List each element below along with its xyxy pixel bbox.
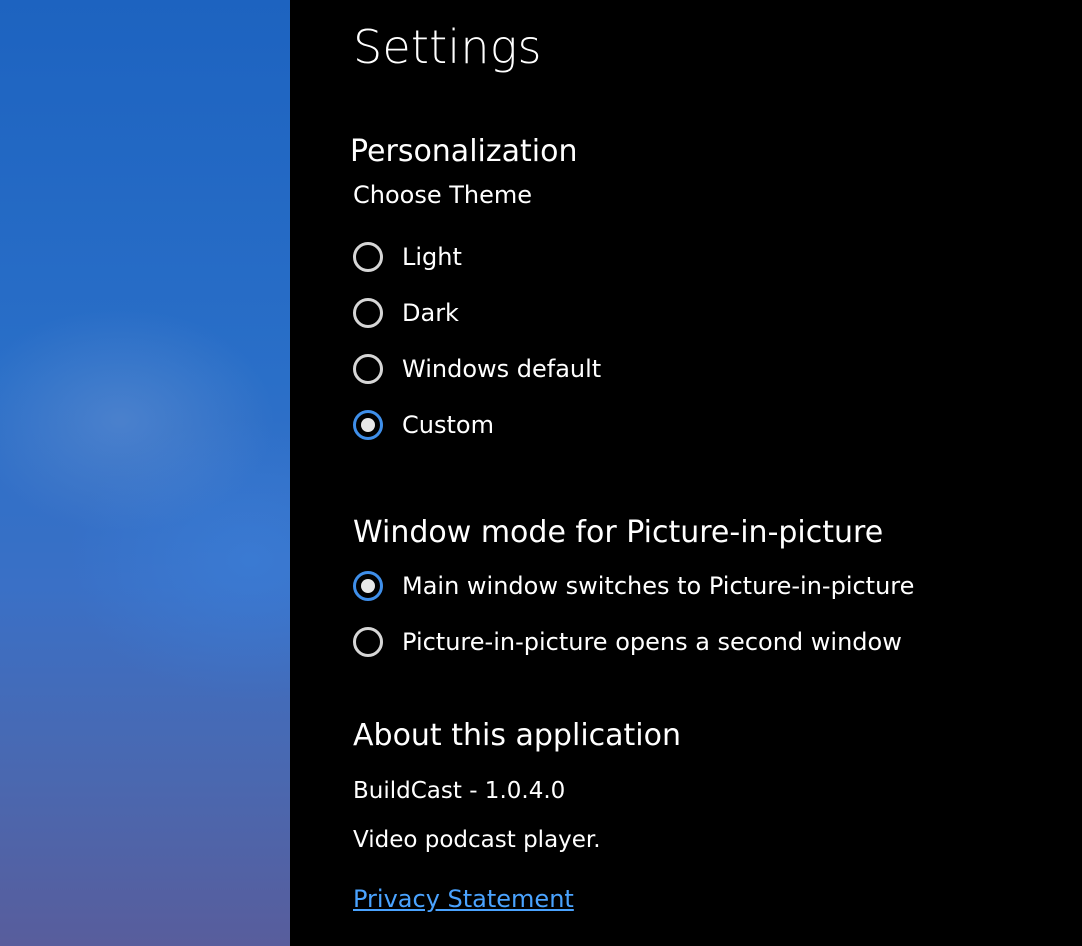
pip-option-label: Picture-in-picture opens a second window — [402, 628, 902, 656]
personalization-heading: Personalization — [350, 134, 578, 169]
theme-option-light[interactable]: Light — [353, 237, 462, 277]
pip-heading: Window mode for Picture-in-picture — [353, 515, 884, 550]
theme-option-label: Windows default — [402, 355, 602, 383]
radio-unchecked-icon[interactable] — [353, 627, 383, 657]
pip-option-label: Main window switches to Picture-in-pictu… — [402, 572, 915, 600]
theme-option-label: Light — [402, 243, 462, 271]
choose-theme-label: Choose Theme — [353, 181, 533, 209]
theme-option-custom[interactable]: Custom — [353, 405, 494, 445]
app-window: Settings Personalization Choose Theme Li… — [0, 0, 1082, 946]
theme-option-dark[interactable]: Dark — [353, 293, 459, 333]
page-title: Settings — [353, 20, 542, 74]
settings-panel: Settings Personalization Choose Theme Li… — [290, 0, 1082, 946]
theme-option-label: Dark — [402, 299, 459, 327]
app-version-text: BuildCast - 1.0.4.0 — [353, 778, 566, 804]
pip-option-second-window[interactable]: Picture-in-picture opens a second window — [353, 622, 902, 662]
app-description-text: Video podcast player. — [353, 827, 601, 853]
navigation-backdrop — [0, 0, 290, 946]
theme-option-windows-default[interactable]: Windows default — [353, 349, 601, 389]
about-heading: About this application — [353, 718, 681, 753]
theme-option-label: Custom — [402, 411, 494, 439]
radio-unchecked-icon[interactable] — [353, 242, 383, 272]
radio-checked-icon[interactable] — [353, 571, 383, 601]
radio-unchecked-icon[interactable] — [353, 354, 383, 384]
radio-unchecked-icon[interactable] — [353, 298, 383, 328]
radio-checked-icon[interactable] — [353, 410, 383, 440]
privacy-statement-link[interactable]: Privacy Statement — [353, 885, 574, 913]
pip-option-main-window[interactable]: Main window switches to Picture-in-pictu… — [353, 566, 914, 606]
